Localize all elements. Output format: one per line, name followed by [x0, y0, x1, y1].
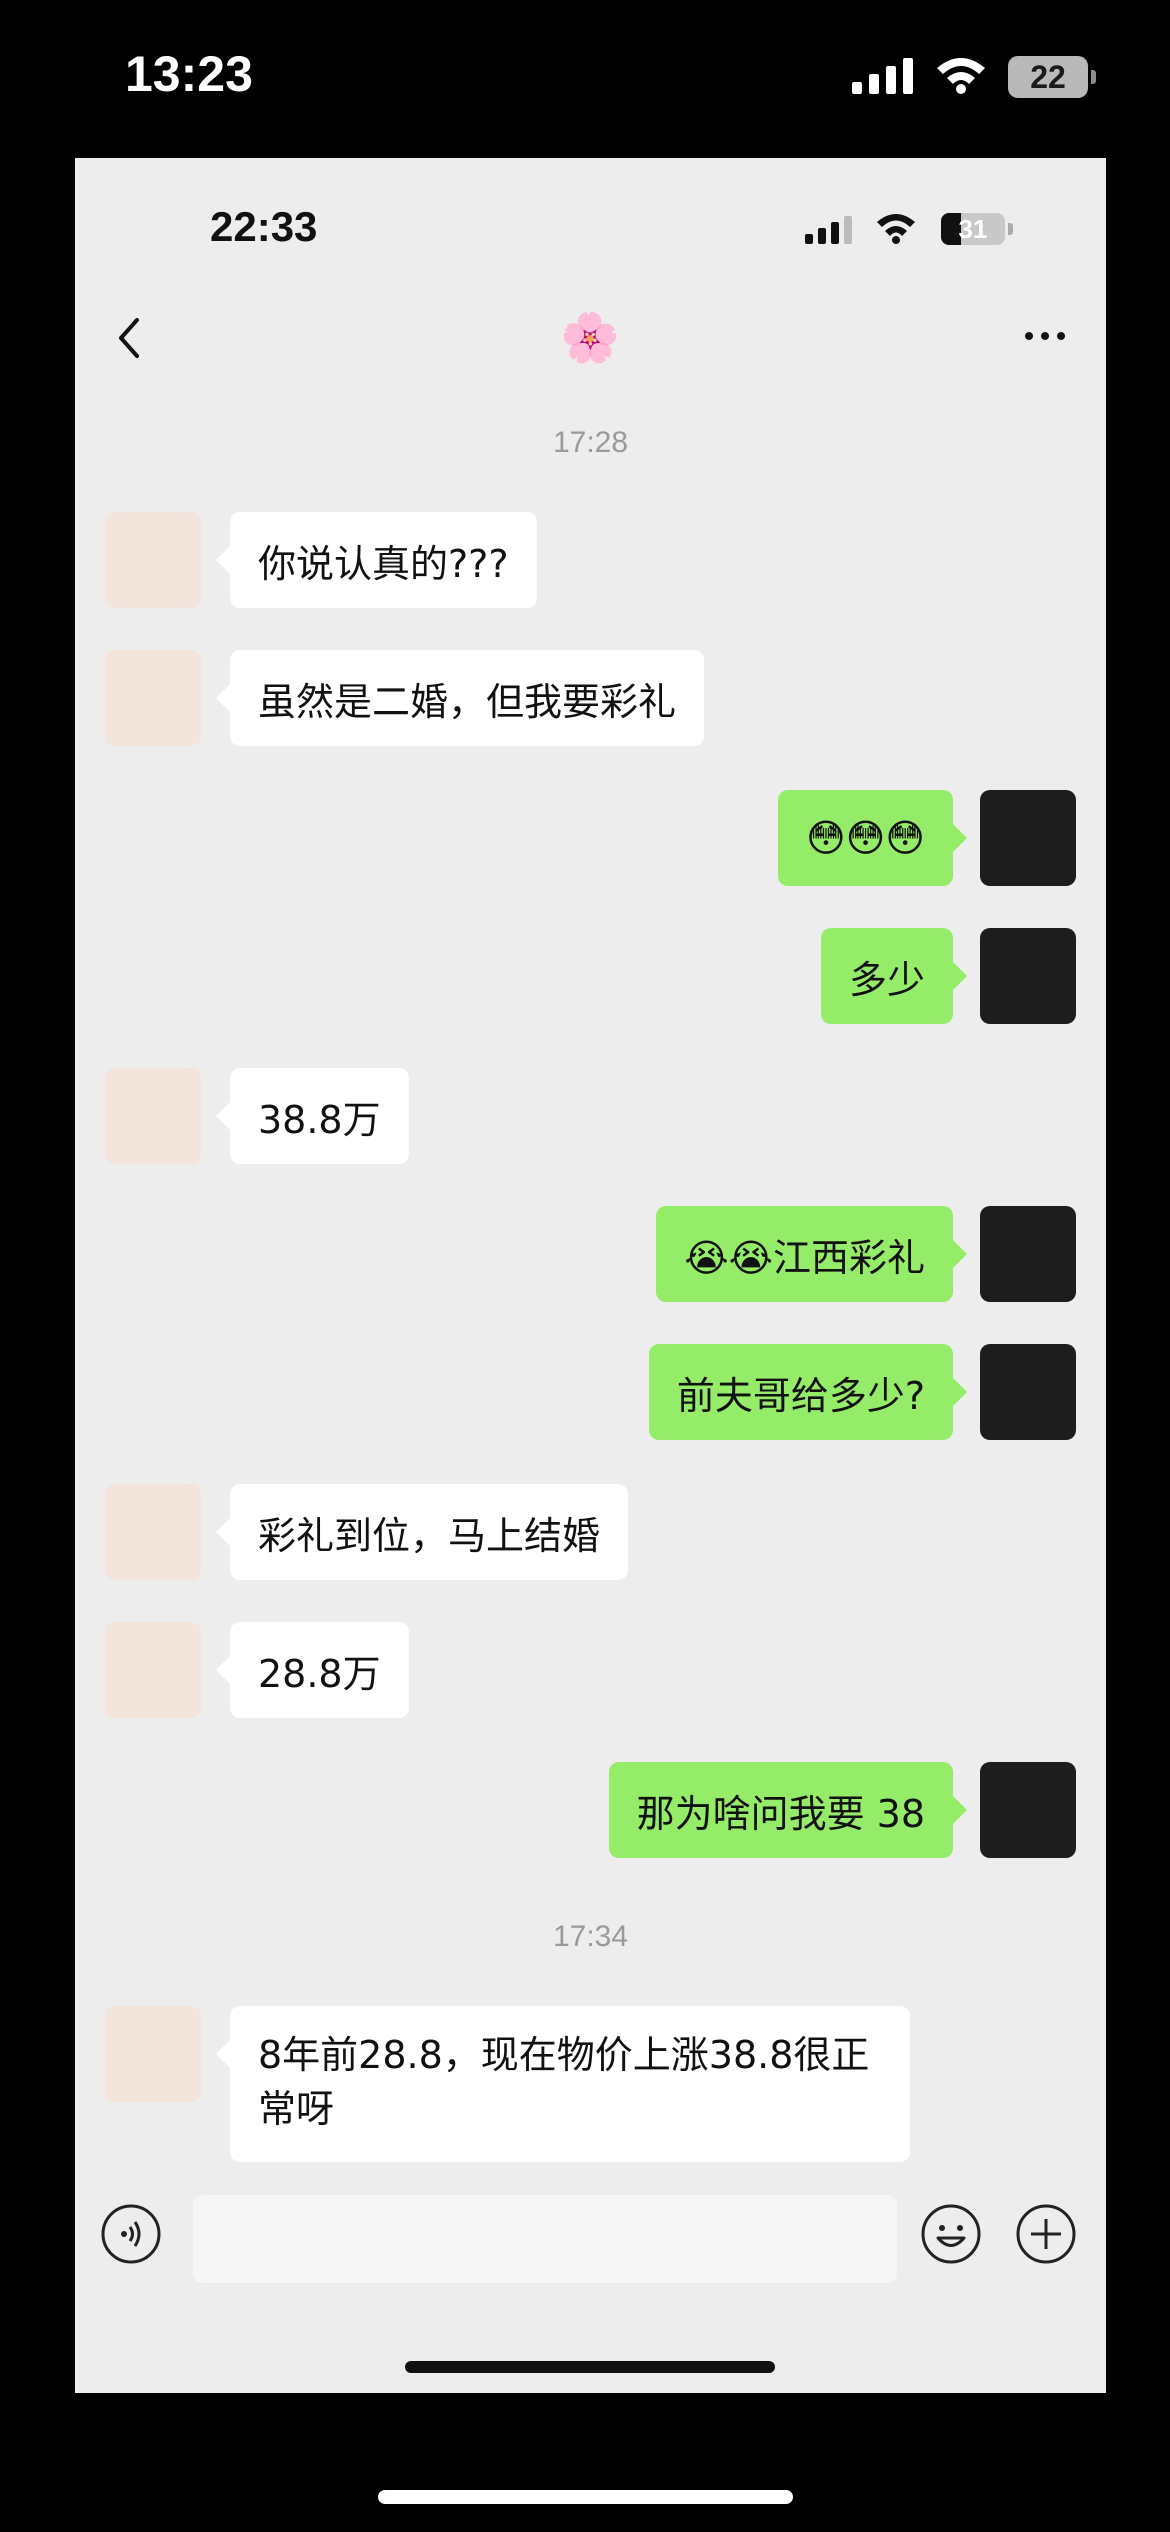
emoji-icon[interactable] [920, 2203, 982, 2265]
avatar[interactable] [105, 1484, 201, 1580]
avatar[interactable] [980, 1206, 1076, 1302]
chat-input-bar [75, 2183, 1106, 2293]
avatar[interactable] [980, 1344, 1076, 1440]
timestamp-divider: 17:28 [552, 426, 629, 459]
avatar[interactable] [105, 1068, 201, 1164]
avatar[interactable] [105, 1622, 201, 1718]
avatar[interactable] [980, 1762, 1076, 1858]
wifi-icon [937, 58, 985, 94]
battery-percent: 22 [1030, 59, 1066, 95]
cellular-signal-icon [852, 58, 913, 94]
message-bubble-sent: 前夫哥给多少? [648, 1344, 968, 1440]
voice-input-icon[interactable] [100, 2203, 162, 2265]
message-bubble-sent: 那为啥问我要 38 [608, 1762, 968, 1858]
outer-home-indicator[interactable] [378, 2490, 793, 2504]
more-options-icon[interactable] [1015, 316, 1075, 356]
avatar[interactable] [105, 512, 201, 608]
message-bubble-received: 28.8万 [216, 1622, 409, 1718]
inner-battery-icon: 31 [941, 213, 1005, 245]
message-bubble-sent: 多少 [820, 928, 968, 1024]
avatar[interactable] [105, 650, 201, 746]
avatar[interactable] [980, 928, 1076, 1024]
message-bubble-received: 38.8万 [216, 1068, 409, 1164]
avatar[interactable] [980, 790, 1076, 886]
add-icon[interactable] [1015, 2203, 1077, 2265]
home-indicator [405, 2361, 775, 2373]
timestamp-divider: 17:34 [552, 1920, 629, 1953]
chat-title: 🌸 [560, 310, 620, 366]
message-bubble-sent: 😭😭江西彩礼 [656, 1206, 967, 1302]
chat-screen: 22:33 31 🌸 17:28 你说认真的??? 虽然是二婚，但我要彩礼 😳😳… [75, 158, 1106, 2393]
message-bubble-sent: 😳😳😳 [778, 790, 967, 886]
battery-icon: 22 [1008, 56, 1096, 98]
message-bubble-received: 彩礼到位，马上结婚 [215, 1484, 629, 1580]
outer-status-bar: 13:23 22 [0, 0, 1170, 150]
inner-battery-tip [1008, 223, 1013, 235]
back-chevron-icon[interactable] [105, 308, 155, 368]
message-bubble-received: 虽然是二婚，但我要彩礼 [215, 650, 705, 746]
message-bubble-received: 你说认真的??? [216, 512, 537, 608]
message-bubble-received: 8年前28.8，现在物价上涨38.8很正常呀 [216, 2006, 910, 2162]
message-input[interactable] [193, 2195, 897, 2283]
outer-clock: 13:23 [125, 46, 253, 102]
inner-clock: 22:33 [210, 203, 318, 250]
avatar[interactable] [105, 2006, 201, 2102]
inner-cellular-signal-icon [805, 216, 852, 244]
inner-battery-percent: 31 [958, 214, 988, 244]
inner-wifi-icon [877, 214, 915, 244]
